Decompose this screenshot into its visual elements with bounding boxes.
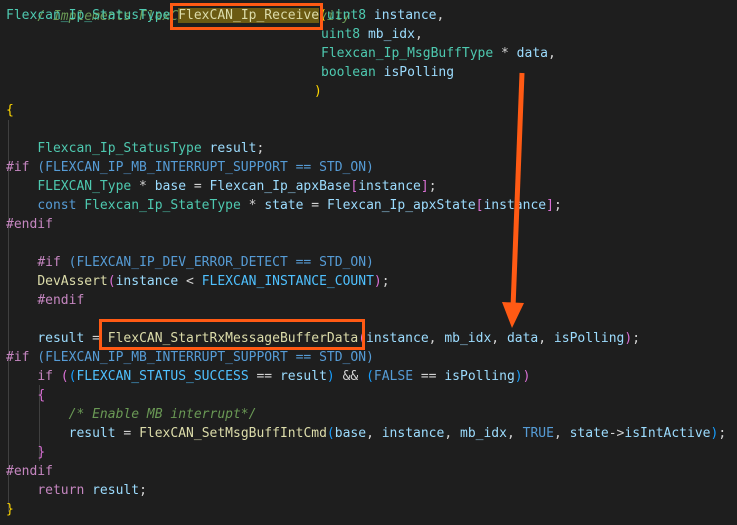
arrow-head xyxy=(502,302,524,328)
arrow-shaft xyxy=(510,72,525,309)
annotation-arrow xyxy=(502,72,525,328)
code-editor[interactable]: / Implements FlexCAN Ip Receive Activity… xyxy=(0,0,737,525)
